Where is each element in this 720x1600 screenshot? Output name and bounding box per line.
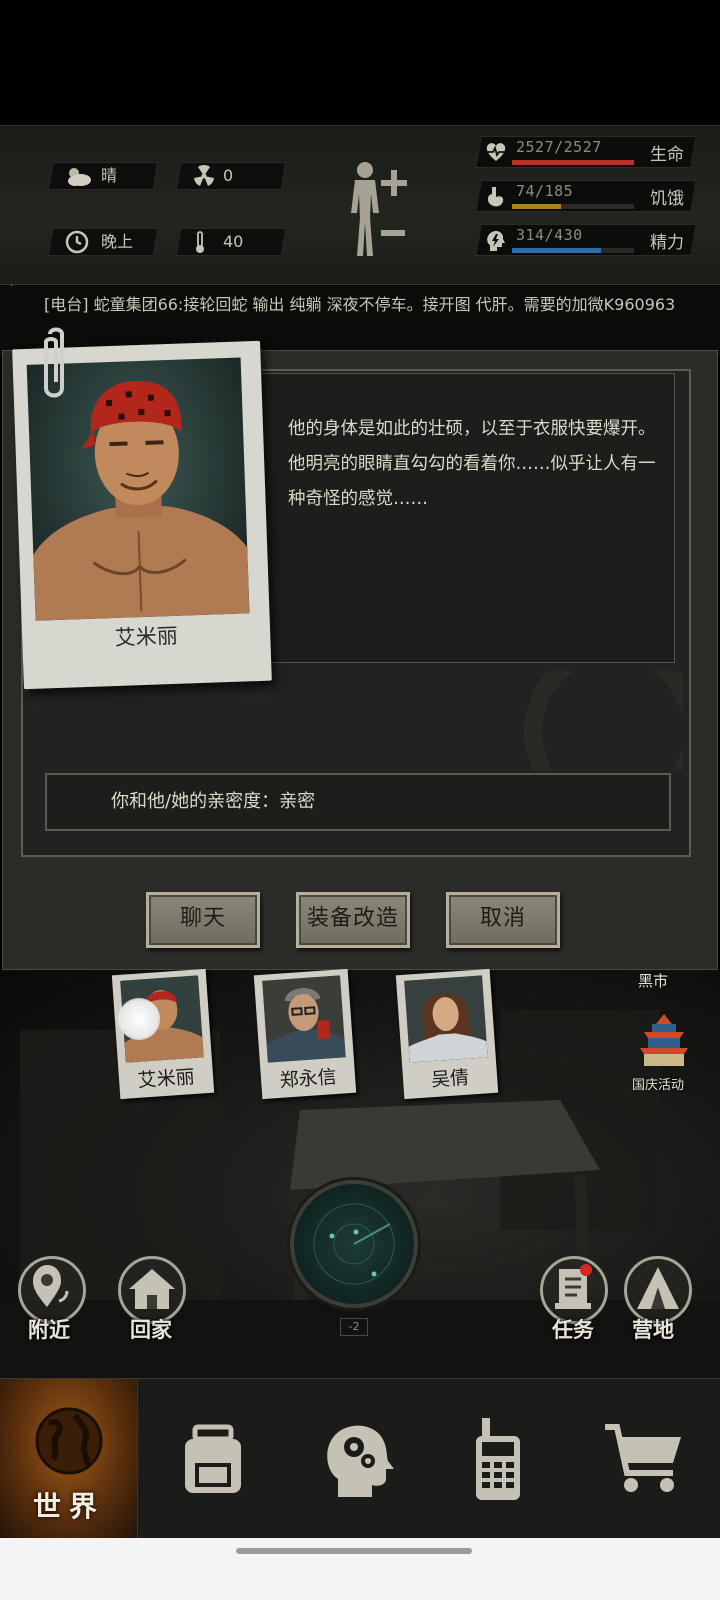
health-label: 生命 — [650, 145, 684, 165]
go-home-label[interactable]: 回家 — [130, 1314, 172, 1344]
radar-level: -2 — [340, 1318, 368, 1336]
tent-icon — [637, 1267, 679, 1309]
npc-card-wu[interactable]: 吴倩 — [395, 968, 499, 1100]
national-day-event-label[interactable]: 国庆活动 — [632, 1074, 684, 1093]
lightning-head-icon — [484, 229, 506, 251]
npc-thumb — [262, 975, 346, 1063]
radiation-icon — [193, 163, 215, 189]
thermometer-icon — [193, 229, 207, 255]
health-bar: 2527/2527 生命 — [475, 136, 718, 170]
temple-of-heaven-icon[interactable] — [636, 1012, 692, 1072]
radar-icon — [313, 1203, 395, 1285]
world-scene — [0, 970, 720, 1378]
faded-emblem — [524, 671, 683, 771]
npc-card-zheng[interactable]: 郑永信 — [253, 968, 357, 1100]
intimacy-text: 你和他/她的亲密度：亲密 — [45, 773, 671, 831]
touch-indicator — [118, 998, 160, 1040]
hunger-fill — [512, 204, 561, 209]
npc-thumb — [404, 975, 488, 1063]
weather-text: 晴 — [101, 166, 118, 185]
heart-pulse-icon — [484, 141, 506, 163]
temperature-value: 40 — [223, 232, 244, 251]
npc-name: 艾米丽 — [114, 623, 179, 651]
head-gear-icon — [327, 1425, 394, 1497]
tab-world-label[interactable]: 世界 — [0, 1485, 138, 1525]
house-icon — [129, 1269, 175, 1309]
hunger-value: 74/185 — [516, 182, 574, 200]
tab-skills[interactable] — [288, 1379, 428, 1539]
equipment-modify-button[interactable]: 装备改造 — [296, 892, 410, 948]
paperclip-icon — [36, 326, 76, 416]
walkie-talkie-icon — [476, 1418, 520, 1500]
hunger-label: 饥饿 — [650, 189, 684, 209]
nearby-label[interactable]: 附近 — [28, 1314, 70, 1344]
npc-description: 他的身体是如此的壮硕，以至于衣服快要爆开。他明亮的眼睛直勾勾的看着你……似乎让人… — [251, 373, 675, 663]
radiation-box: 0 — [175, 162, 287, 190]
npc-card-name: 郑永信 — [278, 1065, 338, 1092]
home-indicator[interactable] — [236, 1548, 472, 1554]
energy-fill — [512, 248, 602, 253]
npc-card-name: 艾米丽 — [136, 1065, 196, 1092]
tab-backpack[interactable] — [138, 1379, 288, 1539]
time-of-day-text: 晚上 — [101, 232, 134, 251]
energy-label: 精力 — [650, 233, 684, 253]
chat-button[interactable]: 聊天 — [146, 892, 260, 948]
tasks-label[interactable]: 任务 — [552, 1314, 594, 1344]
room-background — [0, 1010, 720, 1378]
cancel-button[interactable]: 取消 — [446, 892, 560, 948]
time-box: 晚上 — [47, 228, 159, 256]
radar-button[interactable] — [290, 1180, 418, 1308]
weather-box: 晴 — [47, 162, 159, 190]
task-scroll-icon — [555, 1269, 591, 1309]
globe-icon — [35, 1407, 102, 1475]
notification-dot — [580, 1264, 592, 1276]
camp-label[interactable]: 营地 — [632, 1314, 674, 1344]
energy-value: 314/430 — [516, 226, 583, 244]
hunger-bar: 74/185 饥饿 — [475, 180, 718, 214]
stomach-icon — [484, 185, 506, 207]
tab-radio[interactable] — [428, 1379, 568, 1539]
radiation-value: 0 — [223, 166, 234, 185]
tab-shop[interactable] — [568, 1379, 720, 1539]
location-pin-icon — [33, 1265, 69, 1307]
shopping-cart-icon — [605, 1424, 681, 1492]
clock-icon — [65, 229, 89, 255]
cloud-sun-icon — [65, 163, 93, 189]
backpack-icon — [185, 1424, 241, 1493]
temperature-box: 40 — [175, 228, 287, 256]
health-value: 2527/2527 — [516, 138, 602, 156]
black-market-button[interactable]: 黑市 — [638, 970, 668, 991]
npc-card-name: 吴倩 — [430, 1066, 470, 1092]
energy-bar: 314/430 精力 — [475, 224, 718, 258]
health-fill — [512, 160, 634, 165]
body-status-figure[interactable] — [345, 158, 435, 258]
